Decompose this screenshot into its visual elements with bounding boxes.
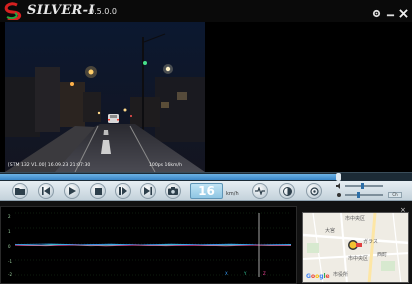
- video-view[interactable]: [STM 132 V1.00] 16.09.23 21:07:30 100ps …: [5, 22, 205, 172]
- app-logo: SILVER-I 0.5.0.0: [3, 2, 117, 20]
- app-name: SILVER-I: [27, 3, 95, 18]
- volume-icon: [336, 183, 340, 189]
- map-label: ガラス: [363, 239, 378, 245]
- gsensor-graph-icon[interactable]: [252, 183, 268, 199]
- speed-display: 16: [190, 183, 223, 199]
- brightness-slider[interactable]: [345, 192, 383, 198]
- map-label: 西町: [377, 252, 388, 258]
- volume-slider-thumb[interactable]: [361, 183, 365, 189]
- zoom-icon[interactable]: [306, 183, 322, 199]
- control-bar: 16 km/h Ch: [0, 181, 412, 201]
- map-label: 市役所: [333, 272, 349, 278]
- legend-x: X: [225, 271, 228, 276]
- swirl-logo-icon: [4, 2, 22, 20]
- graph-y-tick: -2: [8, 272, 12, 277]
- graph-y-tick: 2: [8, 214, 11, 219]
- brightness-icon[interactable]: [279, 183, 295, 199]
- previous-file-icon[interactable]: [38, 183, 54, 199]
- open-folder-icon[interactable]: [12, 183, 28, 199]
- graph-y-tick: 0: [8, 244, 11, 249]
- gsensor-graph: [0, 206, 297, 284]
- next-file-icon[interactable]: [140, 183, 156, 199]
- google-logo: Google: [306, 273, 330, 280]
- video-timestamp-overlay: [STM 132 V1.00] 16.09.23 21:07:30: [8, 163, 91, 168]
- map-label: 市中央区: [348, 256, 369, 262]
- location-map[interactable]: 市中央区 ガラス 大宮 市中央区 西町 市役所 Google: [302, 212, 409, 283]
- close-icon[interactable]: [399, 3, 408, 18]
- brightness-small-icon: [337, 193, 341, 197]
- snapshot-icon[interactable]: [165, 183, 181, 199]
- play-icon[interactable]: [64, 183, 80, 199]
- app-version: 0.5.0.0: [89, 7, 117, 16]
- legend-y: Y: [244, 271, 247, 276]
- gear-icon[interactable]: [372, 3, 381, 18]
- graph-y-tick: 1: [8, 229, 11, 234]
- brightness-slider-thumb[interactable]: [357, 192, 361, 198]
- channel-toggle-button[interactable]: Ch: [388, 192, 402, 198]
- legend-z: Z: [263, 271, 266, 276]
- video-speed-overlay: 100ps 16km/h: [149, 163, 182, 168]
- title-bar: SILVER-I 0.5.0.0: [0, 0, 412, 22]
- volume-slider[interactable]: [345, 183, 383, 189]
- video-empty-area: [205, 22, 412, 172]
- graph-y-tick: -1: [8, 259, 12, 264]
- pause-icon[interactable]: [115, 183, 131, 199]
- seek-bar[interactable]: [0, 172, 412, 181]
- seek-progress: [0, 174, 338, 180]
- map-label: 市中央区: [345, 216, 366, 222]
- gsensor-plot: [14, 212, 292, 277]
- stop-icon[interactable]: [90, 183, 106, 199]
- speed-unit: km/h: [226, 191, 239, 197]
- night-street-scene: [5, 22, 205, 172]
- seek-thumb[interactable]: [335, 173, 341, 181]
- minimize-icon[interactable]: [386, 3, 395, 17]
- map-label: 大宮: [325, 228, 336, 234]
